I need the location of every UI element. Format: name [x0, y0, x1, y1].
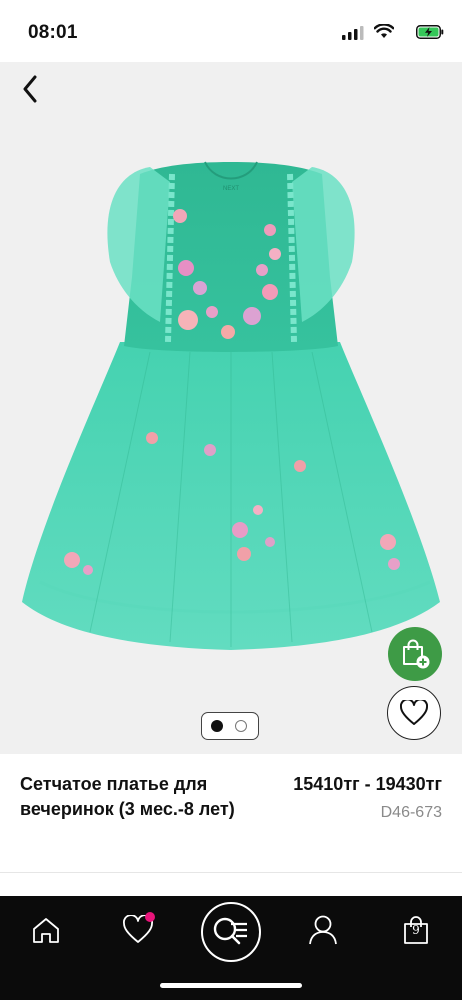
add-to-bag-button[interactable] [388, 627, 442, 681]
wifi-icon [374, 24, 394, 38]
nav-account[interactable] [303, 910, 343, 950]
nav-search[interactable] [201, 902, 261, 962]
image-pager[interactable] [201, 712, 259, 740]
pager-dot-inactive[interactable] [235, 720, 247, 732]
home-indicator [160, 983, 302, 988]
add-to-favourites-button[interactable] [387, 686, 441, 740]
bag-add-icon [403, 639, 430, 669]
battery-charging-icon [416, 25, 444, 39]
back-button[interactable] [14, 72, 46, 106]
status-time: 08:01 [28, 22, 78, 43]
bottom-navigation: 9 [0, 896, 462, 1000]
search-icon [213, 917, 247, 945]
pager-dot-active[interactable] [211, 720, 223, 732]
garment-label: NEXT [223, 186, 239, 192]
product-code: D46-673 [380, 804, 442, 821]
nav-home[interactable] [26, 910, 66, 950]
bag-count: 9 [412, 923, 420, 937]
divider [0, 872, 462, 873]
product-info: Сетчатое платье для вечеринок (3 мес.-8 … [0, 754, 462, 872]
product-title: Сетчатое платье для вечеринок (3 мес.-8 … [20, 774, 235, 819]
favourites-badge [145, 912, 155, 922]
home-icon [33, 918, 59, 943]
product-price: 15410тг - 19430тг [293, 774, 442, 794]
nav-bag[interactable]: 9 [396, 910, 436, 950]
account-icon [309, 915, 337, 945]
signal-icon [342, 26, 364, 40]
status-bar: 08:01 [0, 0, 462, 62]
heart-icon [400, 700, 428, 725]
product-image-gallery[interactable]: NEXT [0, 62, 462, 754]
chevron-left-icon [23, 75, 37, 103]
